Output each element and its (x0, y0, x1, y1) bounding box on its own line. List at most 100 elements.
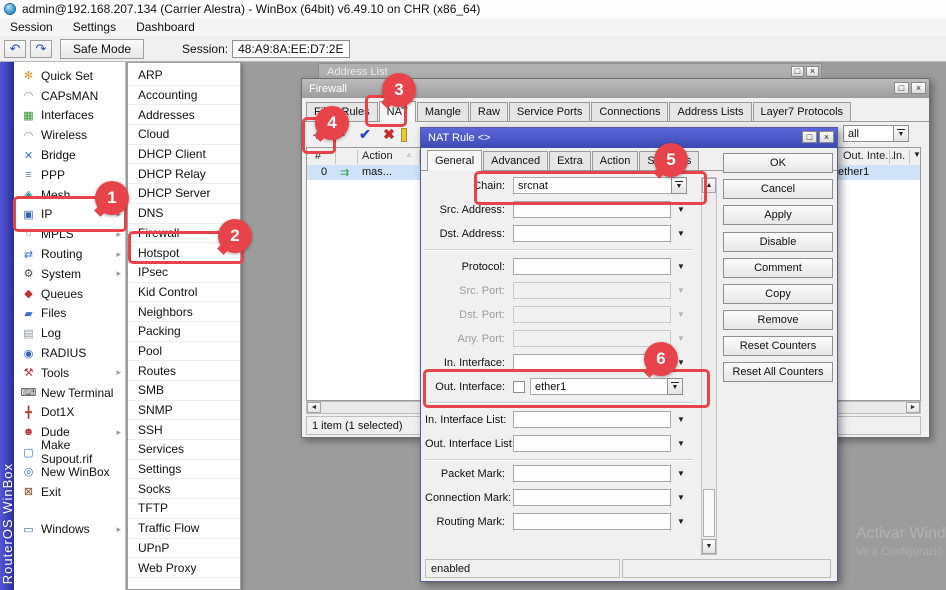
ip-menu-arp[interactable]: ARP (128, 66, 240, 86)
ip-menu-kid-control[interactable]: Kid Control (128, 283, 240, 303)
tab-address-lists[interactable]: Address Lists (669, 102, 751, 121)
scroll-left-icon[interactable]: ◄ (307, 402, 321, 413)
dropdown-arrow-icon[interactable]: ▼ (677, 262, 685, 271)
sidebar-item-interfaces[interactable]: ▦Interfaces (14, 106, 125, 126)
close-icon[interactable]: × (806, 66, 819, 77)
ip-menu-routes[interactable]: Routes (128, 361, 240, 381)
cancel-button[interactable]: Cancel (723, 179, 833, 199)
col-in-interface[interactable]: In. (893, 150, 905, 162)
sidebar-item-mpls[interactable]: ○MPLS▸ (14, 224, 125, 244)
close-icon[interactable]: × (819, 131, 834, 143)
col-out-interface[interactable]: Out. Inte... (843, 150, 894, 162)
ip-menu-snmp[interactable]: SNMP (128, 401, 240, 421)
sidebar-item-bridge[interactable]: ✕Bridge (14, 145, 125, 165)
protocol-input[interactable] (513, 258, 671, 275)
disable-button[interactable]: Disable (723, 232, 833, 252)
ip-menu-dhcp-client[interactable]: DHCP Client (128, 145, 240, 165)
ip-menu-dhcp-server[interactable]: DHCP Server (128, 184, 240, 204)
connection-mark-input[interactable] (513, 489, 671, 506)
close-icon[interactable]: × (911, 82, 926, 94)
sidebar-item-log[interactable]: ▤Log (14, 323, 125, 343)
minimize-icon[interactable]: □ (802, 131, 817, 143)
tab-layer7-protocols[interactable]: Layer7 Protocols (753, 102, 852, 121)
sidebar-item-quick-set[interactable]: ✻Quick Set (14, 66, 125, 86)
session-value-field[interactable]: 48:A9:8A:EE:D7:2E (232, 40, 350, 58)
chain-filter-dropdown[interactable]: all (843, 125, 909, 142)
ip-menu-cloud[interactable]: Cloud (128, 125, 240, 145)
tab-advanced[interactable]: Advanced (483, 151, 548, 170)
dst-address-input[interactable] (513, 225, 671, 242)
combo-arrow-icon[interactable] (893, 126, 908, 141)
ip-menu-accounting[interactable]: Accounting (128, 86, 240, 106)
dropdown-arrow-icon[interactable]: ▼ (677, 358, 685, 367)
apply-button[interactable]: Apply (723, 205, 833, 225)
ip-menu-packing[interactable]: Packing (128, 322, 240, 342)
in-interface-list-input[interactable] (513, 411, 671, 428)
menu-dashboard[interactable]: Dashboard (126, 20, 205, 34)
minimize-icon[interactable]: □ (894, 82, 909, 94)
ok-button[interactable]: OK (723, 153, 833, 173)
ip-menu-ssh[interactable]: SSH (128, 420, 240, 440)
col-action[interactable]: Action (362, 150, 393, 162)
ip-menu-services[interactable]: Services (128, 440, 240, 460)
ip-menu-settings[interactable]: Settings (128, 460, 240, 480)
tab-action[interactable]: Action (592, 151, 639, 170)
sidebar-item-files[interactable]: ▰Files (14, 304, 125, 324)
scroll-right-icon[interactable]: ► (906, 402, 920, 413)
sidebar-item-tools[interactable]: ⚒Tools▸ (14, 363, 125, 383)
tab-raw[interactable]: Raw (470, 102, 508, 121)
chain-input[interactable]: srcnat (513, 177, 671, 194)
tab-service-ports[interactable]: Service Ports (509, 102, 590, 121)
filter-funnel-icon[interactable] (401, 128, 407, 142)
form-vertical-scrollbar[interactable]: ▲ ▼ (701, 177, 717, 555)
dropdown-arrow-icon[interactable]: ▼ (677, 415, 685, 424)
sidebar-item-system[interactable]: ⚙System▸ (14, 264, 125, 284)
sidebar-item-exit[interactable]: ⊠Exit (14, 482, 125, 502)
sidebar-item-windows[interactable]: ▭Windows▸ (14, 520, 125, 540)
tab-connections[interactable]: Connections (591, 102, 668, 121)
minimize-icon[interactable]: □ (791, 66, 804, 77)
disable-rule-button[interactable]: ✖ (377, 124, 401, 145)
reset-all-counters-button[interactable]: Reset All Counters (723, 362, 833, 382)
packet-mark-input[interactable] (513, 465, 671, 482)
dropdown-arrow-icon[interactable]: ▼ (677, 205, 685, 214)
ip-menu-socks[interactable]: Socks (128, 479, 240, 499)
nat-rule-titlebar[interactable]: NAT Rule <> □ × (421, 128, 837, 148)
sidebar-item-new-terminal[interactable]: ⌨New Terminal (14, 383, 125, 403)
ip-menu-smb[interactable]: SMB (128, 381, 240, 401)
ip-menu-addresses[interactable]: Addresses (128, 105, 240, 125)
dropdown-arrow-icon[interactable]: ▼ (677, 439, 685, 448)
dropdown-arrow-icon[interactable]: ▼ (677, 517, 685, 526)
ip-menu-tftp[interactable]: TFTP (128, 499, 240, 519)
menu-session[interactable]: Session (0, 20, 63, 34)
menu-settings[interactable]: Settings (63, 20, 126, 34)
scroll-down-icon[interactable]: ▼ (702, 539, 716, 554)
ip-menu-web-proxy[interactable]: Web Proxy (128, 558, 240, 578)
ip-menu-neighbors[interactable]: Neighbors (128, 302, 240, 322)
redo-icon[interactable]: ↷ (30, 40, 52, 58)
sidebar-item-queues[interactable]: ◆Queues (14, 284, 125, 304)
sidebar-item-dot1x[interactable]: ╋Dot1X (14, 403, 125, 423)
sidebar-item-new-winbox[interactable]: ◎New WinBox (14, 462, 125, 482)
sidebar-item-radius[interactable]: ◉RADIUS (14, 343, 125, 363)
dropdown-arrow-icon[interactable]: ▼ (677, 229, 685, 238)
ip-menu-dhcp-relay[interactable]: DHCP Relay (128, 164, 240, 184)
tab-mangle[interactable]: Mangle (417, 102, 469, 121)
ip-menu-pool[interactable]: Pool (128, 342, 240, 362)
dropdown-arrow-icon[interactable]: ▼ (677, 493, 685, 502)
col-number[interactable]: # (315, 150, 321, 162)
ip-menu-upnp[interactable]: UPnP (128, 539, 240, 559)
ip-menu-ipsec[interactable]: IPsec (128, 263, 240, 283)
out-interface-list-input[interactable] (513, 435, 671, 452)
comment-button[interactable]: Comment (723, 258, 833, 278)
undo-icon[interactable]: ↶ (4, 40, 26, 58)
combo-arrow-icon[interactable] (667, 378, 683, 395)
safe-mode-button[interactable]: Safe Mode (60, 39, 144, 59)
tab-general[interactable]: General (427, 150, 482, 171)
sidebar-item-capsman[interactable]: ◠CAPsMAN (14, 86, 125, 106)
remove-button[interactable]: Remove (723, 310, 833, 330)
column-menu-icon[interactable]: ▼ (913, 150, 921, 159)
out-interface-not-checkbox[interactable] (513, 381, 525, 393)
sidebar-item-wireless[interactable]: ◠Wireless (14, 125, 125, 145)
enable-rule-button[interactable]: ✔ (353, 124, 377, 145)
